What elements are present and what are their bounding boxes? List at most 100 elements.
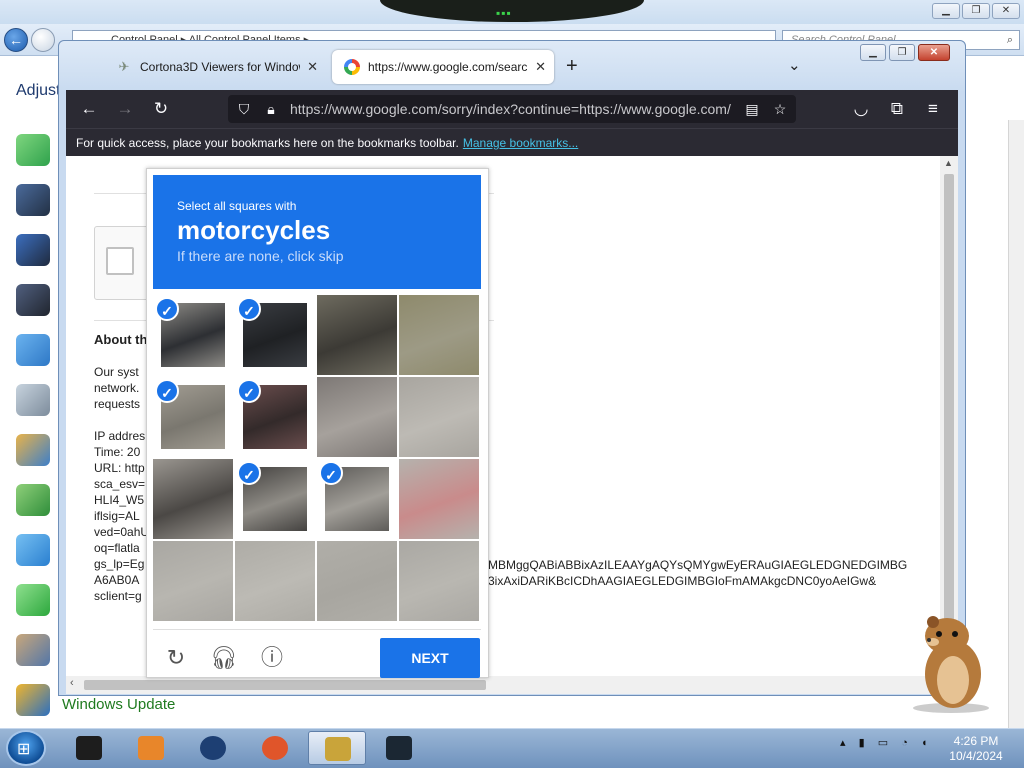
- captcha-tile[interactable]: ✓: [317, 459, 397, 539]
- scroll-up-icon[interactable]: ▲: [944, 158, 953, 168]
- captcha-tile-image: [317, 377, 397, 457]
- captcha-tile[interactable]: [153, 459, 233, 539]
- captcha-tile[interactable]: ✓: [235, 295, 315, 375]
- google-favicon-icon: [344, 59, 360, 75]
- forward-button[interactable]: [31, 28, 55, 52]
- windows-flag-icon[interactable]: [16, 684, 50, 716]
- recaptcha-checkbox[interactable]: [106, 247, 134, 275]
- minimize-button[interactable]: ▁: [860, 44, 886, 61]
- desktop-hamster-mascot[interactable]: [905, 612, 993, 714]
- page-horizontal-scrollbar[interactable]: ‹: [66, 676, 940, 694]
- url-text[interactable]: https://www.google.com/sorry/index?conti…: [290, 100, 732, 118]
- scrollbar-thumb[interactable]: [944, 174, 954, 626]
- back-button[interactable]: ←: [78, 98, 100, 120]
- tab-google-search[interactable]: https://www.google.com/search ✕: [332, 50, 554, 84]
- page-text-line: network.: [94, 381, 140, 395]
- captcha-tile[interactable]: ✓: [235, 377, 315, 457]
- taskbar-terminal[interactable]: [60, 731, 118, 765]
- page-vertical-scrollbar[interactable]: ▲: [940, 156, 958, 676]
- scrollbar-thumb[interactable]: [84, 680, 486, 690]
- info-icon[interactable]: ⓘ: [258, 644, 286, 672]
- close-button[interactable]: ✕: [918, 44, 950, 61]
- new-tab-button[interactable]: +: [566, 55, 578, 77]
- captcha-tile[interactable]: [399, 459, 479, 539]
- bookmark-star-icon[interactable]: ☆: [770, 99, 790, 119]
- pocket-icon[interactable]: ◡: [850, 98, 872, 120]
- captcha-tile[interactable]: [153, 541, 233, 621]
- bluetooth-icon[interactable]: ▮: [859, 737, 865, 749]
- keyboard-icon[interactable]: [16, 184, 50, 216]
- reload-button[interactable]: ↻: [150, 98, 172, 120]
- list-all-tabs-button[interactable]: ⌄: [788, 56, 801, 74]
- captcha-tile[interactable]: [399, 541, 479, 621]
- taskbar-clock[interactable]: 4:26 PM 10/4/2024: [946, 734, 1006, 764]
- captcha-tile-image: [153, 459, 233, 539]
- captcha-tile-image: [235, 541, 315, 621]
- captcha-tile[interactable]: ✓: [235, 459, 315, 539]
- device-icon[interactable]: [16, 234, 50, 266]
- display-icon[interactable]: ▭: [878, 737, 888, 749]
- people-icon[interactable]: [16, 634, 50, 666]
- url-fragment-line: 3ixAxiDARiKBcICDhAAGIAEGLEDGIMBGIoFmAMAk…: [488, 574, 877, 588]
- shield-icon[interactable]: ⛉: [234, 99, 254, 119]
- manage-bookmarks-link[interactable]: Manage bookmarks...: [463, 136, 578, 150]
- monitor-icon: [386, 736, 412, 760]
- next-button[interactable]: NEXT: [380, 638, 480, 678]
- windows-update-link[interactable]: Windows Update: [62, 696, 175, 713]
- captcha-tile[interactable]: [235, 541, 315, 621]
- taskbar-media-player[interactable]: [122, 731, 180, 765]
- maximize-button[interactable]: ❐: [889, 44, 915, 61]
- transfer-icon[interactable]: [16, 134, 50, 166]
- tab-close-icon[interactable]: ✕: [535, 50, 546, 84]
- tab-cortona[interactable]: ✈ Cortona3D Viewers for Window ✕: [104, 50, 326, 84]
- sync-icon[interactable]: [16, 584, 50, 616]
- control-panel-scrollbar[interactable]: [1008, 120, 1024, 728]
- volume-icon[interactable]: ◖: [921, 737, 928, 749]
- headphones-icon[interactable]: 🎧︎: [210, 644, 238, 672]
- lock-icon[interactable]: 🔒︎: [261, 99, 281, 119]
- captcha-tile[interactable]: ✓: [153, 377, 233, 457]
- extensions-icon[interactable]: ⧉: [886, 98, 908, 120]
- captcha-tile-image: [153, 541, 233, 621]
- maximize-button[interactable]: ❐: [962, 3, 990, 19]
- taskbar-firefox[interactable]: [246, 731, 304, 765]
- firefox-window-buttons: ▁ ❐ ✕: [860, 44, 950, 61]
- recycle-icon[interactable]: [16, 484, 50, 516]
- captcha-target: motorcycles: [177, 215, 331, 245]
- page-text-line: gs_lp=Eg: [94, 557, 145, 571]
- globe-icon[interactable]: [16, 534, 50, 566]
- back-button[interactable]: ←: [4, 28, 28, 52]
- search-icon[interactable]: ⌕: [1007, 31, 1013, 49]
- display-icon[interactable]: [16, 384, 50, 416]
- captcha-tile-image: [399, 541, 479, 621]
- terminal-icon: [76, 736, 102, 760]
- taskbar-globe[interactable]: [184, 731, 242, 765]
- captcha-tile[interactable]: [317, 541, 397, 621]
- reader-view-icon[interactable]: ▤: [742, 99, 762, 119]
- scroll-left-icon[interactable]: ‹: [70, 677, 74, 689]
- taskbar-monitor[interactable]: [370, 731, 428, 765]
- users-icon[interactable]: [16, 434, 50, 466]
- page-text-line: HLI4_W5: [94, 493, 145, 507]
- reload-icon[interactable]: ↻: [162, 644, 190, 672]
- start-button[interactable]: ⊞: [6, 730, 46, 766]
- tab-close-icon[interactable]: ✕: [307, 50, 318, 84]
- captcha-tile[interactable]: [317, 295, 397, 375]
- network-icon[interactable]: ◔: [901, 737, 908, 749]
- close-button[interactable]: ✕: [992, 3, 1020, 19]
- pc-icon[interactable]: [16, 284, 50, 316]
- bookmarks-message: For quick access, place your bookmarks h…: [76, 136, 579, 150]
- minimize-button[interactable]: ▁: [932, 3, 960, 19]
- captcha-tile[interactable]: ✓: [153, 295, 233, 375]
- url-fragment-line: MBMggQABiABBixAzILEAAYgAQYsQMYgwEyERAuGI…: [488, 558, 908, 572]
- page-text-line: Our syst: [94, 365, 139, 379]
- captcha-tile[interactable]: [399, 295, 479, 375]
- taskbar-box-app[interactable]: [308, 731, 366, 765]
- network-icon[interactable]: [16, 334, 50, 366]
- media-player-icon: [138, 736, 164, 760]
- forward-button[interactable]: →: [114, 98, 136, 120]
- show-hidden-icons[interactable]: ▴: [840, 737, 846, 749]
- captcha-tile[interactable]: [399, 377, 479, 457]
- captcha-tile[interactable]: [317, 377, 397, 457]
- menu-icon[interactable]: ≡: [922, 98, 944, 120]
